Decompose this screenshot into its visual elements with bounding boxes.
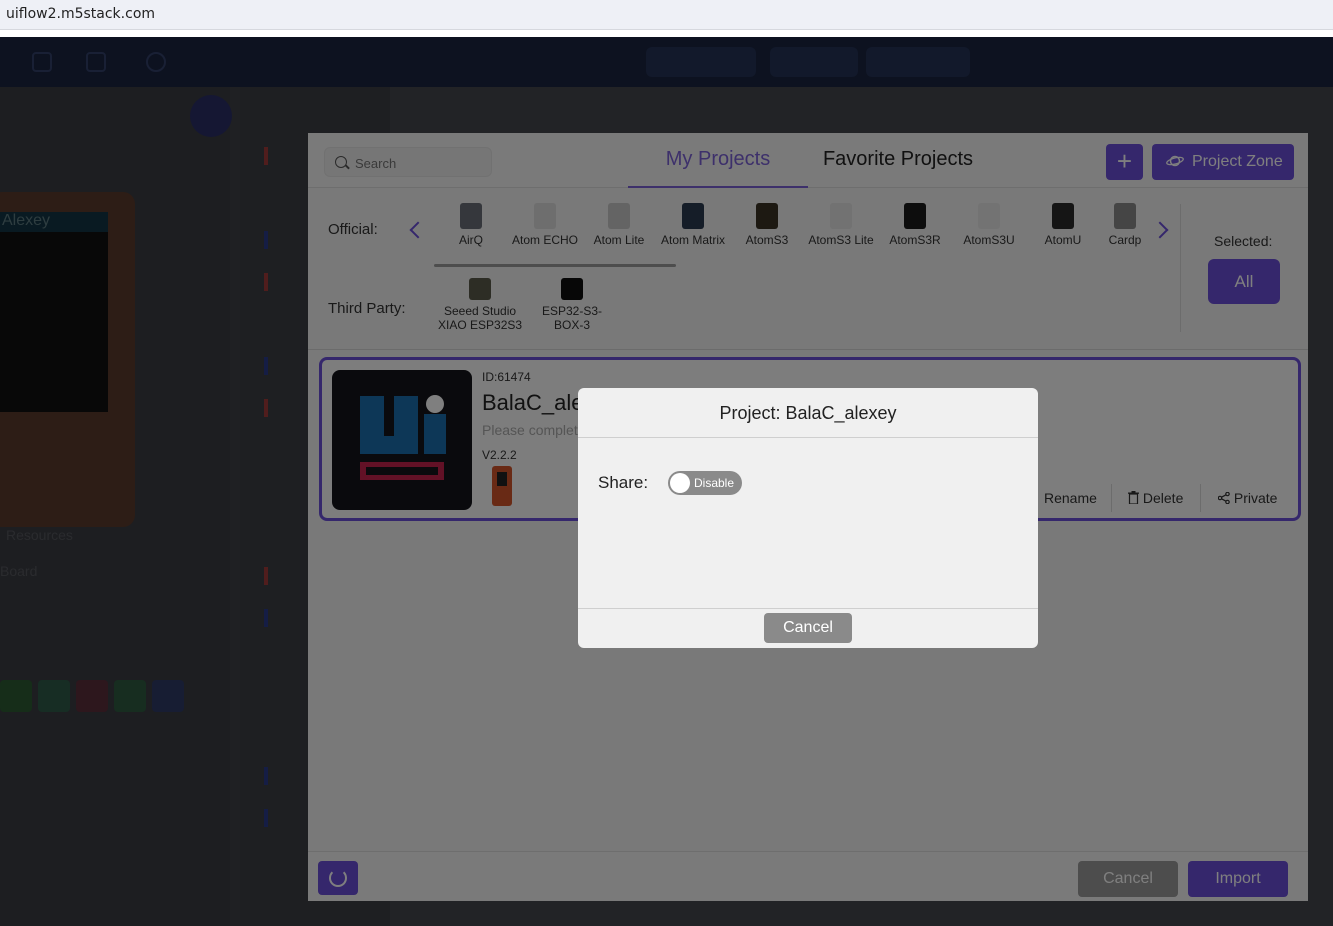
divider <box>578 608 1038 609</box>
browser-url-bar[interactable]: uiflow2.m5stack.com <box>0 0 1333 30</box>
toggle-knob <box>670 473 690 493</box>
browser-divider <box>0 30 1333 37</box>
dialog-cancel-button[interactable]: Cancel <box>764 613 852 643</box>
url-text[interactable]: uiflow2.m5stack.com <box>6 6 155 22</box>
share-label: Share: <box>598 473 649 492</box>
dialog-title: Project: BalaC_alexey <box>578 388 1038 438</box>
toggle-state-text: Disable <box>694 476 735 490</box>
share-toggle[interactable]: Disable <box>668 471 742 495</box>
share-project-dialog: Project: BalaC_alexey Share: Disable Can… <box>578 388 1038 648</box>
